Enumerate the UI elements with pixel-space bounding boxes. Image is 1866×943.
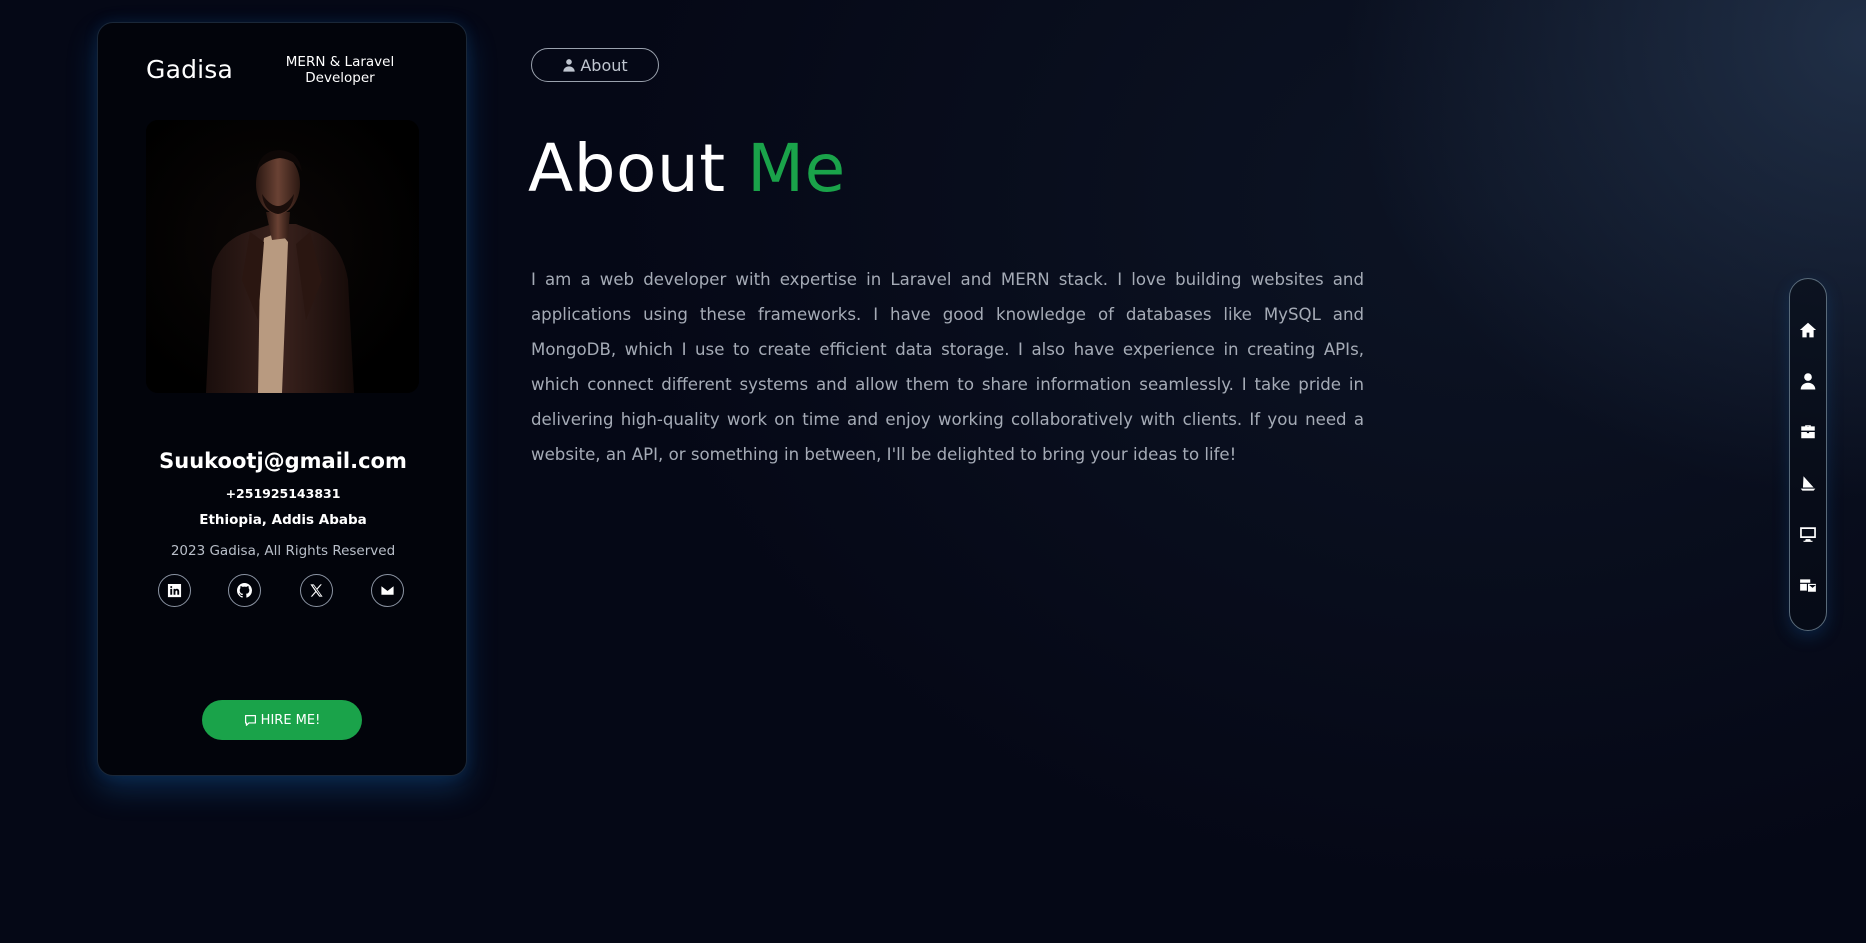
nav-services[interactable] [1790, 467, 1826, 499]
x-link[interactable] [300, 574, 333, 607]
x-icon [310, 584, 323, 597]
nav-contact[interactable] [1790, 569, 1826, 601]
linkedin-link[interactable] [158, 574, 191, 607]
nav-experience[interactable] [1790, 416, 1826, 448]
user-icon [1800, 373, 1816, 390]
profile-photo [146, 120, 419, 393]
portrait-image [146, 120, 419, 393]
home-icon [1799, 322, 1817, 338]
nav-home[interactable] [1790, 314, 1826, 346]
sail-icon [1800, 476, 1816, 491]
social-links [158, 554, 408, 607]
profile-card: Gadisa MERN & Laravel Developer Suukootj… [97, 22, 467, 776]
nav-about[interactable] [1790, 365, 1826, 397]
profile-role: MERN & Laravel Developer [285, 54, 395, 86]
section-pill[interactable]: About [531, 48, 659, 82]
contact-email: Suukootj@gmail.com [159, 449, 407, 473]
chat-icon [244, 714, 256, 726]
envelope-icon [381, 586, 394, 595]
briefcase-icon [1801, 425, 1815, 439]
side-navigation [1789, 278, 1827, 631]
section-pill-label: About [580, 55, 628, 75]
page-title-primary: About [528, 130, 726, 207]
user-icon [563, 59, 576, 72]
desktop-icon [1800, 527, 1816, 542]
nav-portfolio[interactable] [1790, 518, 1826, 550]
linkedin-icon [167, 583, 182, 598]
profile-name: Gadisa [146, 55, 234, 84]
page-title-accent: Me [747, 130, 846, 207]
github-link[interactable] [228, 574, 261, 607]
hire-me-label: HIRE ME! [260, 712, 321, 728]
email-link[interactable] [371, 574, 404, 607]
hire-me-button[interactable]: HIRE ME! [202, 700, 362, 740]
contact-location: Ethiopia, Addis Ababa [199, 512, 367, 528]
card-header: Gadisa MERN & Laravel Developer [146, 51, 396, 91]
contact-icon [1800, 579, 1816, 592]
github-icon [237, 583, 252, 598]
about-bio: I am a web developer with expertise in L… [531, 270, 1364, 464]
page-title: About Me [528, 130, 846, 207]
contact-phone: +251925143831 [225, 486, 341, 501]
